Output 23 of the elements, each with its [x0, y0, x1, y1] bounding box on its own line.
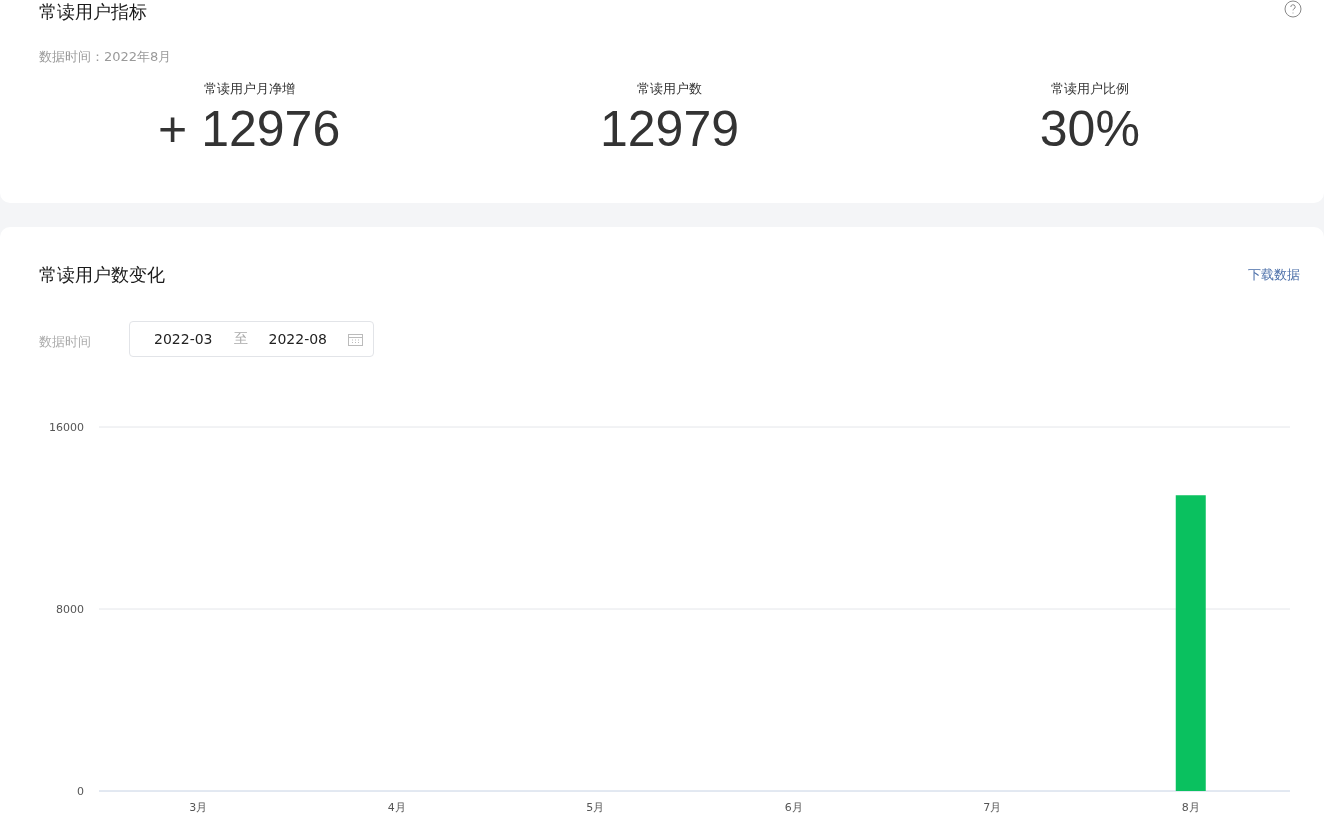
metric-value: 30% [1039, 100, 1140, 158]
axis-tick-label: 8000 [56, 603, 84, 616]
axis-tick-label: 0 [77, 785, 84, 798]
metric-label: 常读用户比例 [1050, 80, 1129, 98]
calendar-icon [348, 332, 363, 346]
metric-value: 12979 [599, 100, 739, 158]
card-title: 常读用户指标 [39, 0, 147, 24]
axis-tick-label: 6月 [784, 801, 803, 813]
card-title: 常读用户数变化 [39, 263, 165, 287]
filter-label: 数据时间 [39, 333, 91, 351]
metric-label: 常读用户月净增 [203, 80, 295, 98]
metric-label: 常读用户数 [637, 80, 702, 98]
axis-tick-label: 4月 [387, 801, 406, 813]
date-range-picker[interactable]: 2022-03 至 2022-08 [129, 321, 374, 357]
axis-tick-label: 5月 [586, 801, 605, 813]
axis-tick-label: 3月 [189, 801, 208, 813]
help-icon[interactable] [1284, 0, 1302, 18]
metric-value: + 12976 [158, 100, 341, 158]
download-link[interactable]: 下载数据 [1248, 266, 1300, 284]
data-time: 数据时间：2022年8月 [39, 48, 173, 66]
axis-tick-label: 16000 [49, 421, 84, 434]
axis-tick-label: 7月 [983, 801, 1002, 813]
axis-tick-label: 8月 [1181, 801, 1200, 813]
